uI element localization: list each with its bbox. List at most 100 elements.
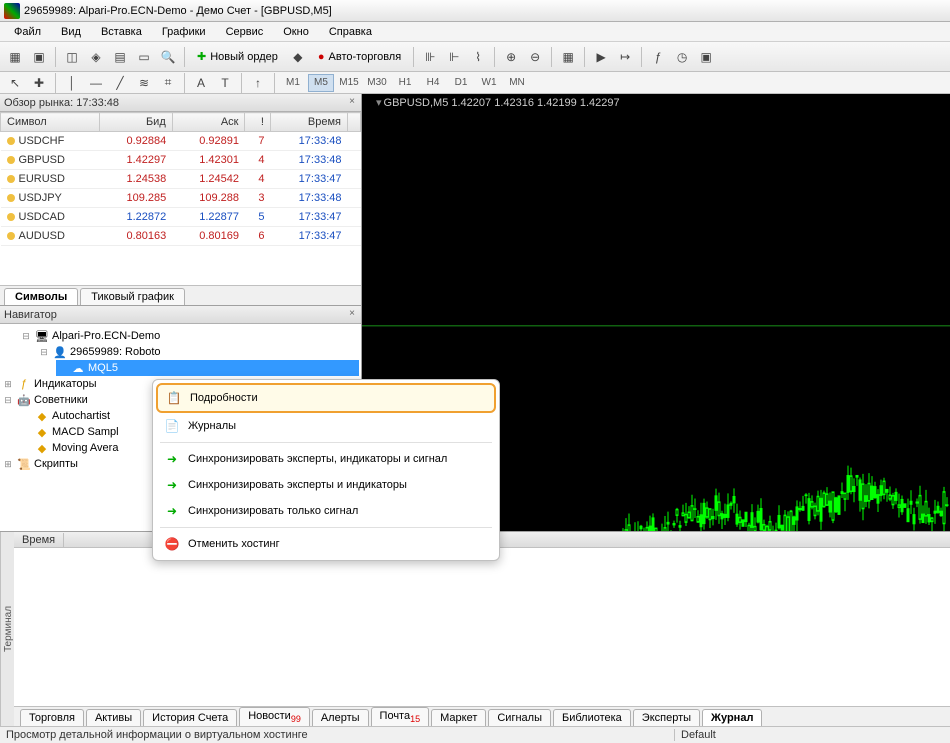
term-tab-journal[interactable]: Журнал [702,709,762,726]
indicators-icon: ƒ [16,377,32,391]
chart-shift-button[interactable]: ↦ [614,46,636,68]
trendline-tool[interactable]: ╱ [109,72,131,94]
arrows-tool[interactable]: ↑ [247,72,269,94]
term-tab-signals[interactable]: Сигналы [488,709,551,726]
ea-icon: ◆ [34,441,50,455]
marketwatch-toggle[interactable]: ◫ [61,46,83,68]
menu-charts[interactable]: Графики [152,24,216,40]
menu-insert[interactable]: Вставка [91,24,152,40]
market-row[interactable]: GBPUSD1.422971.42301417:33:48 [1,151,361,170]
tf-m15[interactable]: M15 [336,74,362,92]
equidistant-channel-tool[interactable]: ≋ [133,72,155,94]
col-spread[interactable]: ! [245,113,270,132]
vline-tool[interactable]: │ [61,72,83,94]
text-tool[interactable]: A [190,72,212,94]
term-tab-experts[interactable]: Эксперты [633,709,700,726]
col-time[interactable]: Время [270,113,347,132]
ctx-sync-signal[interactable]: ➜Синхронизировать только сигнал [156,498,496,524]
ctx-sync-ei[interactable]: ➜Синхронизировать эксперты и индикаторы [156,472,496,498]
tf-mn[interactable]: MN [504,74,530,92]
autotrading-button[interactable]: ●Авто-торговля [311,46,408,68]
window-titlebar: 29659989: Alpari-Pro.ECN-Demo - Демо Сче… [0,0,950,22]
tree-account-server[interactable]: ⊟🖥Alpari-Pro.ECN-Demo [20,328,359,344]
navigator-title: Навигатор [4,309,57,321]
marketwatch-table: Символ Бид Аск ! Время USDCHF0.928840.92… [0,112,361,285]
bar-chart-button[interactable]: ⊪ [419,46,441,68]
context-menu: 📋Подробности 📄Журналы ➜Синхронизировать … [152,379,500,561]
marketwatch-close-icon[interactable]: × [346,96,358,108]
new-order-button[interactable]: ✚Новый ордер [190,46,285,68]
terminal-label: Терминал [0,532,14,726]
profiles-button[interactable]: ▣ [28,46,50,68]
status-profile: Default [674,729,874,741]
market-row[interactable]: USDJPY109.285109.288317:33:48 [1,189,361,208]
line-chart-button[interactable]: ⌇ [467,46,489,68]
user-icon: 👤 [52,345,68,359]
tab-symbols[interactable]: Символы [4,288,78,305]
col-bid[interactable]: Бид [100,113,173,132]
term-tab-alerts[interactable]: Алерты [312,709,369,726]
market-row[interactable]: AUDUSD0.801630.80169617:33:47 [1,227,361,246]
terminal-col-time[interactable]: Время [14,533,64,547]
tf-d1[interactable]: D1 [448,74,474,92]
ctx-sync-all[interactable]: ➜Синхронизировать эксперты, индикаторы и… [156,446,496,472]
menu-window[interactable]: Окно [273,24,319,40]
menu-file[interactable]: Файл [4,24,51,40]
market-row[interactable]: USDCAD1.228721.22877517:33:47 [1,208,361,227]
marketwatch-header: Обзор рынка: 17:33:48 × [0,94,361,112]
menu-help[interactable]: Справка [319,24,382,40]
term-tab-news[interactable]: Новости99 [239,707,310,726]
col-symbol[interactable]: Символ [1,113,100,132]
datawindow-toggle[interactable]: ▤ [109,46,131,68]
terminal-toggle[interactable]: ▭ [133,46,155,68]
tf-h1[interactable]: H1 [392,74,418,92]
fibonacci-tool[interactable]: ⌗ [157,72,179,94]
tf-m1[interactable]: M1 [280,74,306,92]
scripts-icon: 📜 [16,457,32,471]
ctx-journals[interactable]: 📄Журналы [156,413,496,439]
window-title: 29659989: Alpari-Pro.ECN-Demo - Демо Сче… [24,5,332,17]
cursor-tool[interactable]: ↖ [4,72,26,94]
indicators-button[interactable]: ƒ [647,46,669,68]
tf-w1[interactable]: W1 [476,74,502,92]
term-tab-mail[interactable]: Почта15 [371,707,430,726]
chart-label: ▾GBPUSD,M5 1.42207 1.42316 1.42199 1.422… [376,96,620,109]
tf-h4[interactable]: H4 [420,74,446,92]
ctx-details[interactable]: 📋Подробности [156,383,496,413]
menu-view[interactable]: Вид [51,24,91,40]
market-row[interactable]: EURUSD1.245381.24542417:33:47 [1,170,361,189]
templates-button[interactable]: ▣ [695,46,717,68]
term-tab-trade[interactable]: Торговля [20,709,84,726]
candles-button[interactable]: ⊩ [443,46,465,68]
strategy-tester-toggle[interactable]: 🔍 [157,46,179,68]
menu-tools[interactable]: Сервис [216,24,274,40]
status-message: Просмотр детальной информации о виртуаль… [6,729,674,741]
market-row[interactable]: USDCHF0.928840.92891717:33:48 [1,132,361,151]
ctx-cancel-hosting[interactable]: ⛔Отменить хостинг [156,531,496,557]
metaeditor-button[interactable]: ◆ [287,46,309,68]
experts-icon: 🤖 [16,393,32,407]
term-tab-assets[interactable]: Активы [86,709,141,726]
tf-m30[interactable]: M30 [364,74,390,92]
tf-m5[interactable]: M5 [308,74,334,92]
term-tab-library[interactable]: Библиотека [553,709,631,726]
cancel-icon: ⛔ [164,536,180,552]
hline-tool[interactable]: — [85,72,107,94]
tree-mql5-node[interactable]: ☁MQL5 [56,360,359,376]
navigator-close-icon[interactable]: × [346,308,358,320]
tree-account-user[interactable]: ⊟👤29659989: Roboto [38,344,359,360]
new-chart-button[interactable]: ▦ [4,46,26,68]
zoom-out-button[interactable]: ⊖ [524,46,546,68]
navigator-toggle[interactable]: ◈ [85,46,107,68]
crosshair-tool[interactable]: ✚ [28,72,50,94]
term-tab-history[interactable]: История Счета [143,709,237,726]
sync-icon: ➜ [164,451,180,467]
autoscroll-button[interactable]: ▶ [590,46,612,68]
col-ask[interactable]: Аск [172,113,245,132]
text-label-tool[interactable]: T [214,72,236,94]
periodicity-button[interactable]: ◷ [671,46,693,68]
term-tab-market[interactable]: Маркет [431,709,486,726]
tab-tick-chart[interactable]: Тиковый график [80,288,185,305]
zoom-in-button[interactable]: ⊕ [500,46,522,68]
tile-windows-button[interactable]: ▦ [557,46,579,68]
